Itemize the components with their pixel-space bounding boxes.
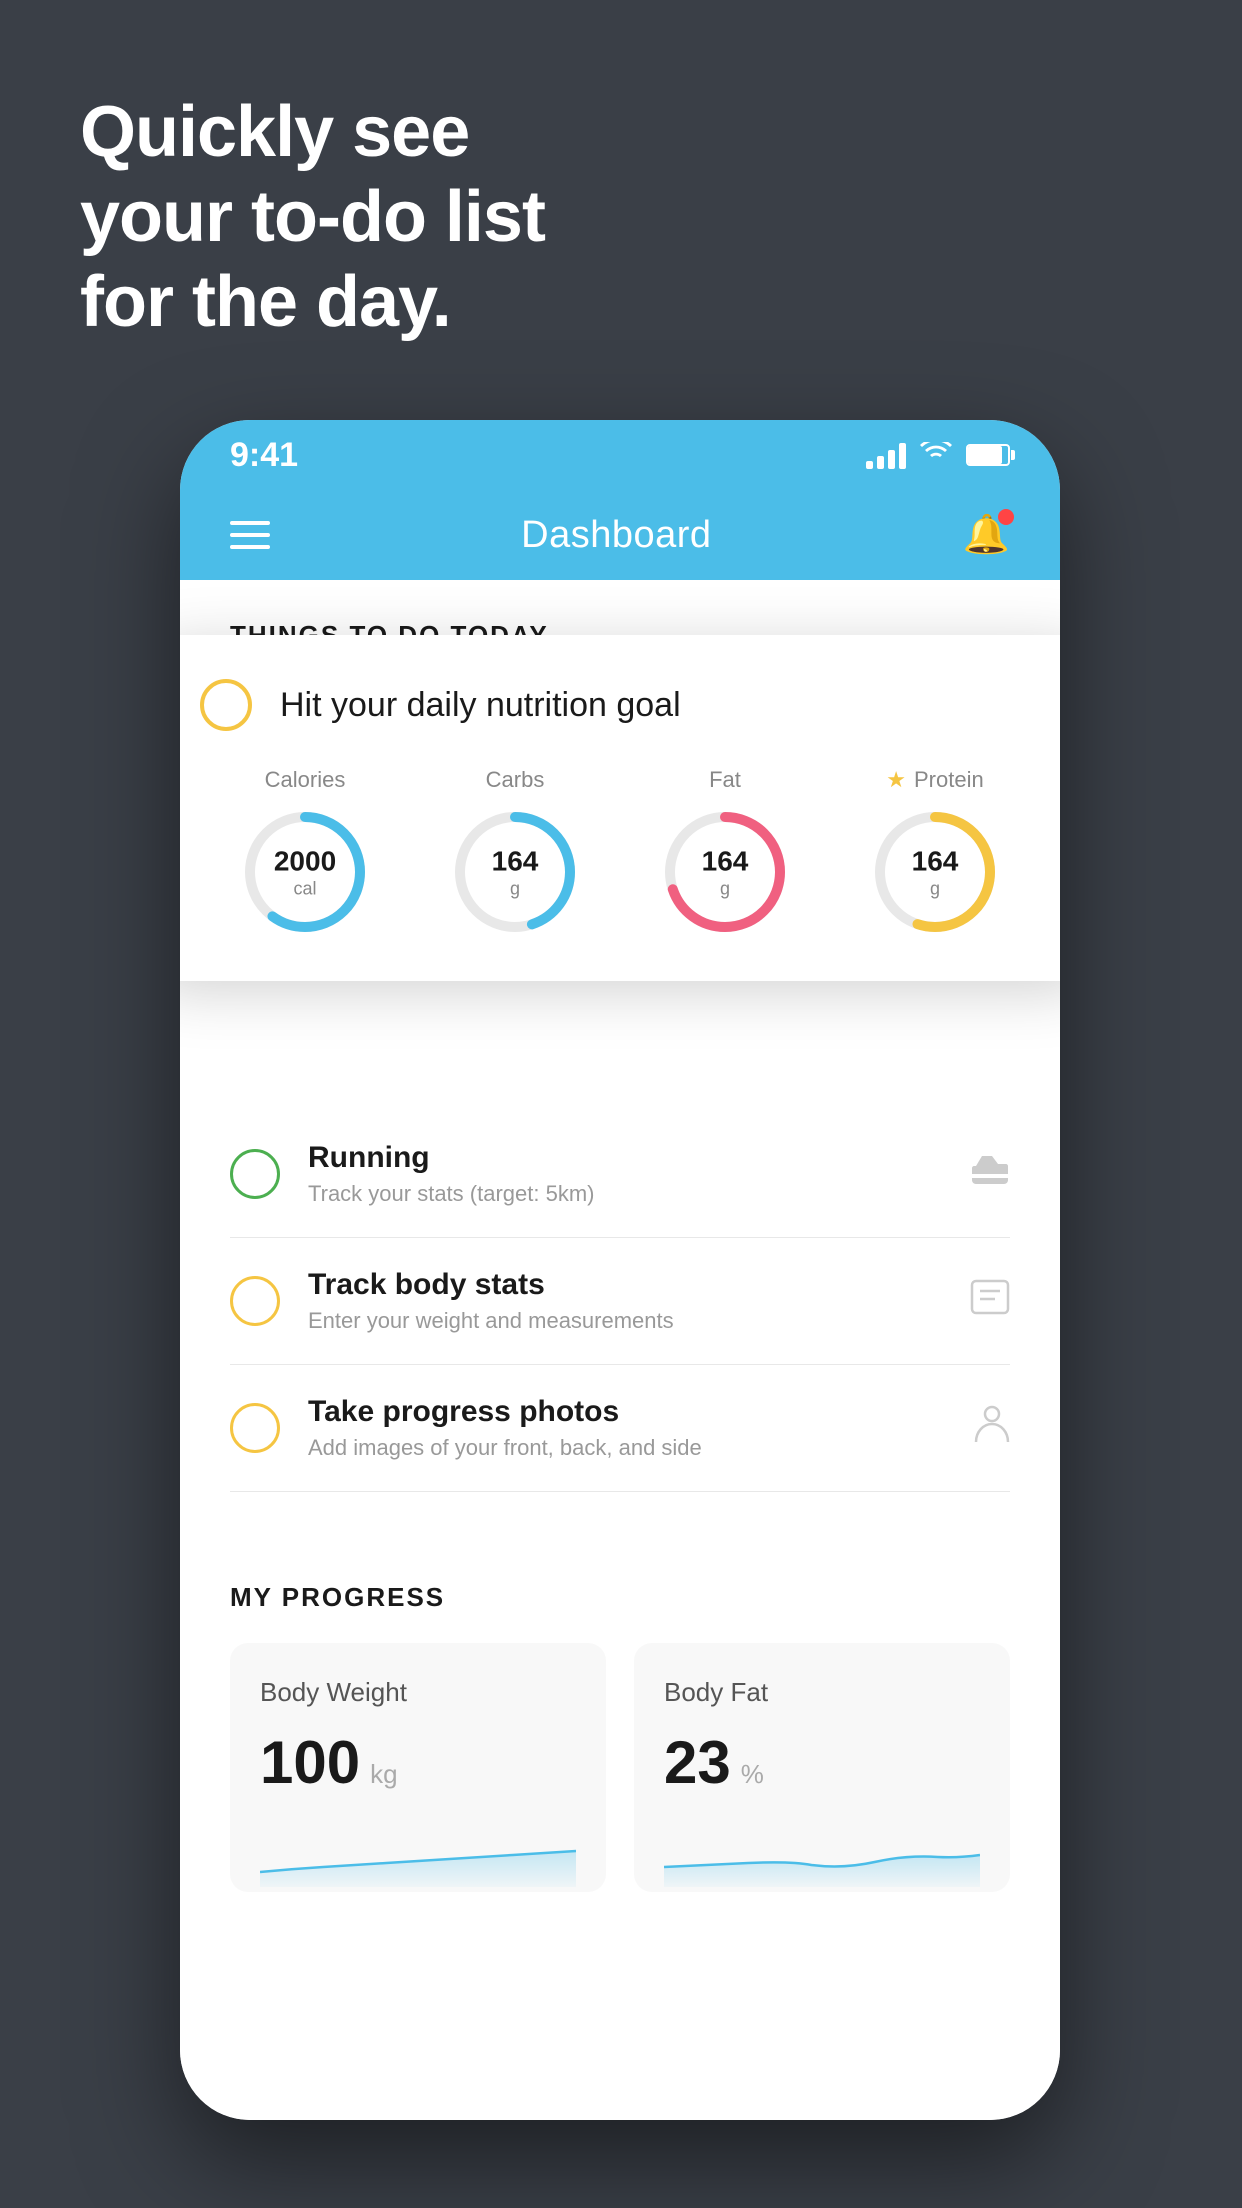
task-content-running: Running Track your stats (target: 5km) <box>308 1141 942 1207</box>
task-subtitle-running: Track your stats (target: 5km) <box>308 1181 942 1207</box>
progress-section: MY PROGRESS Body Weight 100 kg <box>180 1532 1060 1892</box>
body-fat-unit: % <box>741 1759 764 1790</box>
phone-content: THINGS TO DO TODAY Hit your daily nutrit… <box>180 580 1060 2120</box>
nutrition-check-circle <box>200 679 252 731</box>
body-fat-title: Body Fat <box>664 1677 980 1708</box>
notification-bell[interactable]: 🔔 <box>963 513 1010 557</box>
signal-icon <box>866 441 906 469</box>
body-weight-chart <box>260 1827 576 1887</box>
battery-icon <box>966 444 1010 466</box>
status-icons <box>866 439 1010 471</box>
progress-card-fat: Body Fat 23 % <box>634 1643 1010 1892</box>
carbs-circle: 164 g <box>450 807 580 937</box>
fat-circle: 164 g <box>660 807 790 937</box>
hamburger-menu[interactable] <box>230 521 270 549</box>
task-title-bodystats: Track body stats <box>308 1268 942 1302</box>
protein-label: Protein <box>914 767 984 793</box>
phone-mockup: 9:41 Dashboard 🔔 THINGS TO <box>180 420 1060 2120</box>
task-title-photos: Take progress photos <box>308 1395 946 1429</box>
task-circle-bodystats <box>230 1276 280 1326</box>
status-bar: 9:41 <box>180 420 1060 490</box>
nutrition-card: Hit your daily nutrition goal Calories 2… <box>180 635 1060 981</box>
person-icon <box>974 1404 1010 1453</box>
progress-card-weight: Body Weight 100 kg <box>230 1643 606 1892</box>
hero-text: Quickly see your to-do list for the day. <box>80 90 545 345</box>
shoe-icon <box>970 1153 1010 1195</box>
task-content-photos: Take progress photos Add images of your … <box>308 1395 946 1461</box>
calories-label: Calories <box>265 767 346 793</box>
protein-circle: 164 g <box>870 807 1000 937</box>
body-weight-value: 100 <box>260 1728 360 1797</box>
body-weight-unit: kg <box>370 1759 397 1790</box>
task-running[interactable]: Running Track your stats (target: 5km) <box>230 1111 1010 1238</box>
wifi-icon <box>920 439 952 471</box>
status-time: 9:41 <box>230 436 298 475</box>
fat-value: 164 <box>702 844 749 878</box>
task-circle-photos <box>230 1403 280 1453</box>
hero-line3: for the day. <box>80 260 545 345</box>
star-icon: ★ <box>886 767 906 793</box>
task-subtitle-photos: Add images of your front, back, and side <box>308 1435 946 1461</box>
task-subtitle-bodystats: Enter your weight and measurements <box>308 1308 942 1334</box>
calories-circle: 2000 cal <box>240 807 370 937</box>
nutrition-row: Calories 2000 cal Carbs <box>200 767 1040 937</box>
nutrition-fat: Fat 164 g <box>660 767 790 937</box>
nutrition-calories: Calories 2000 cal <box>240 767 370 937</box>
carbs-value: 164 <box>492 844 539 878</box>
task-content-bodystats: Track body stats Enter your weight and m… <box>308 1268 942 1334</box>
body-fat-value: 23 <box>664 1728 731 1797</box>
fat-label: Fat <box>709 767 741 793</box>
body-weight-title: Body Weight <box>260 1677 576 1708</box>
calories-value: 2000 <box>274 844 336 878</box>
carbs-label: Carbs <box>486 767 545 793</box>
progress-cards: Body Weight 100 kg <box>230 1643 1010 1892</box>
notification-dot <box>998 509 1014 525</box>
scale-icon <box>970 1279 1010 1324</box>
nutrition-carbs: Carbs 164 g <box>450 767 580 937</box>
body-fat-chart <box>664 1827 980 1887</box>
task-circle-running <box>230 1149 280 1199</box>
progress-header: MY PROGRESS <box>230 1582 1010 1613</box>
task-body-stats[interactable]: Track body stats Enter your weight and m… <box>230 1238 1010 1365</box>
task-title-running: Running <box>308 1141 942 1175</box>
protein-value: 164 <box>912 844 959 878</box>
task-photos[interactable]: Take progress photos Add images of your … <box>230 1365 1010 1492</box>
hero-line1: Quickly see <box>80 90 545 175</box>
nav-title: Dashboard <box>521 514 711 557</box>
nutrition-protein: ★ Protein 164 g <box>870 767 1000 937</box>
nav-bar: Dashboard 🔔 <box>180 490 1060 580</box>
task-list: Running Track your stats (target: 5km) T… <box>180 1111 1060 1492</box>
nutrition-card-title: Hit your daily nutrition goal <box>280 686 681 725</box>
hero-line2: your to-do list <box>80 175 545 260</box>
